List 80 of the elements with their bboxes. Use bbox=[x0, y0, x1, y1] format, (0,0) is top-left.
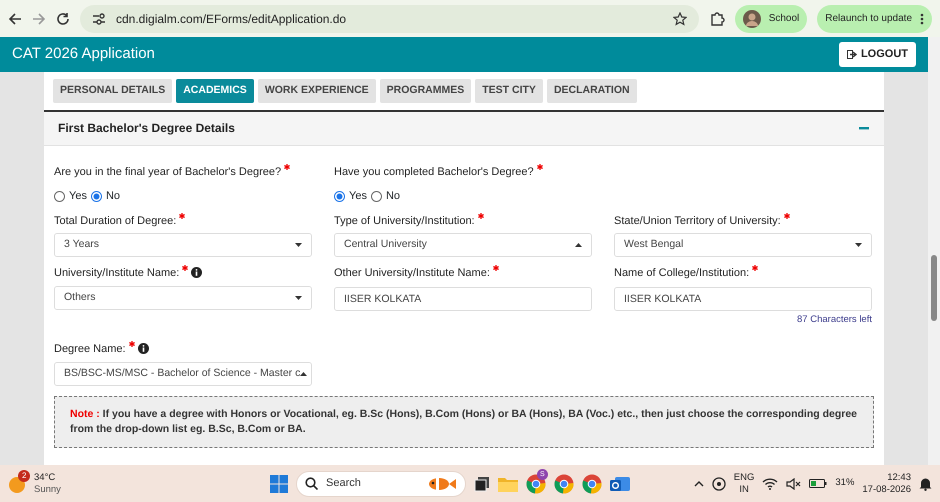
browser-icon[interactable] bbox=[554, 474, 574, 494]
tab[interactable]: PERSONAL DETAILS bbox=[53, 79, 172, 103]
task-view-icon[interactable] bbox=[474, 476, 490, 492]
radio-button[interactable] bbox=[334, 191, 345, 202]
dropdown[interactable]: 3 Years bbox=[54, 233, 312, 258]
info-icon[interactable] bbox=[138, 343, 149, 354]
clock-time[interactable]: 12:43 bbox=[862, 472, 911, 484]
dropdown-value: Others bbox=[64, 290, 96, 305]
dropdown[interactable]: BS/BSC-MS/MSC - Bachelor of Science - Master c bbox=[54, 362, 312, 386]
section-title: First Bachelor's Degree Details bbox=[58, 120, 235, 138]
radio-button[interactable] bbox=[54, 191, 65, 202]
logout-button[interactable]: LOGOUT bbox=[838, 42, 916, 67]
dropdown-value: 3 Years bbox=[64, 237, 100, 252]
profile-button[interactable]: School bbox=[734, 4, 808, 32]
radio-label: No bbox=[106, 189, 120, 204]
dropdown[interactable]: West Bengal bbox=[614, 233, 872, 258]
extensions-icon[interactable] bbox=[708, 10, 725, 26]
radio-button[interactable] bbox=[370, 191, 382, 202]
dropdown-value: West Bengal bbox=[624, 237, 684, 252]
reload-icon[interactable] bbox=[56, 12, 70, 26]
tab[interactable]: PROGRAMMES bbox=[380, 79, 472, 103]
radio-label: Yes bbox=[69, 189, 87, 204]
radio-label: Yes bbox=[349, 189, 367, 204]
field-label: Name of College/Institution: bbox=[614, 266, 750, 282]
dropdown[interactable]: Others bbox=[54, 286, 312, 310]
dropdown-value: Central University bbox=[344, 237, 427, 252]
field-label: Degree Name: bbox=[54, 342, 126, 357]
speaker-muted-icon[interactable] bbox=[786, 478, 802, 490]
logout-icon bbox=[846, 50, 857, 59]
dropdown[interactable]: Central University bbox=[334, 233, 592, 258]
field-label: Type of University/Institution: bbox=[334, 214, 475, 229]
search-icon bbox=[305, 477, 318, 490]
radio-label: No bbox=[386, 189, 400, 204]
field-label: Total Duration of Degree: bbox=[54, 214, 176, 229]
site-settings-icon[interactable] bbox=[92, 12, 106, 24]
mail-app-icon[interactable] bbox=[610, 474, 630, 492]
tab[interactable]: DECLARATION bbox=[546, 79, 637, 103]
scrollbar-thumb[interactable] bbox=[931, 255, 937, 321]
search-placeholder: Search bbox=[326, 476, 362, 492]
address-bar[interactable]: cdn.digialm.com/EForms/editApplication.do bbox=[80, 4, 699, 32]
field-label: University/Institute Name: bbox=[54, 266, 180, 282]
avatar-icon bbox=[742, 10, 761, 28]
info-icon[interactable] bbox=[191, 267, 202, 278]
tab[interactable]: ACADEMICS bbox=[176, 79, 254, 103]
battery-icon[interactable] bbox=[809, 478, 828, 489]
clock-date[interactable]: 17-08-2026 bbox=[862, 484, 911, 496]
input-field[interactable]: IISER KOLKATA bbox=[614, 286, 872, 311]
tab[interactable]: TEST CITY bbox=[475, 79, 543, 103]
notification-badge: 2 bbox=[18, 470, 30, 482]
battery-percent[interactable]: 31% bbox=[835, 476, 854, 491]
notification-icon[interactable] bbox=[919, 476, 932, 490]
windows-start-icon[interactable] bbox=[270, 474, 288, 492]
location-icon[interactable] bbox=[712, 476, 726, 490]
field-label: Are you in the final year of Bachelor's Degree? bbox=[54, 164, 282, 180]
input-field[interactable]: IISER KOLKATA bbox=[334, 286, 592, 311]
language-text[interactable]: ENG bbox=[734, 472, 754, 484]
region-text[interactable]: IN bbox=[734, 484, 754, 496]
wifi-icon[interactable] bbox=[762, 478, 778, 490]
update-button[interactable]: Relaunch to update bbox=[817, 4, 932, 32]
page-title: CAT 2026 Application bbox=[12, 44, 155, 64]
fish-icon bbox=[427, 476, 457, 492]
note-text: Note : If you have a degree with Honors or Vocational, eg. B.Sc (Hons), B.Com (Hons) or BA (Hons), BA (Voc.) etc., then just choose the corresponding degree from the drop-down list eg. B.Sc, B.Com or BA. bbox=[54, 396, 874, 448]
dropdown-value: BS/BSC-MS/MSC - Bachelor of Science - Master c bbox=[64, 366, 300, 381]
weather-condition: Sunny bbox=[34, 484, 61, 496]
field-label: Other University/Institute Name: bbox=[334, 266, 490, 282]
field-label: Have you completed Bachelor's Degree? bbox=[334, 164, 534, 180]
star-icon[interactable] bbox=[672, 12, 687, 26]
back-icon[interactable] bbox=[8, 12, 22, 26]
field-label: State/Union Territory of University: bbox=[614, 214, 781, 229]
more-icon bbox=[920, 12, 924, 24]
tab[interactable]: WORK EXPERIENCE bbox=[258, 79, 376, 103]
temperature-text: 34°C bbox=[34, 472, 56, 484]
url-text: cdn.digialm.com/EForms/editApplication.do bbox=[116, 10, 348, 28]
character-counter: 87 Characters left bbox=[796, 312, 872, 327]
radio-button[interactable] bbox=[90, 191, 102, 202]
forward-icon[interactable] bbox=[32, 12, 46, 26]
section-header[interactable]: First Bachelor's Degree Details bbox=[44, 110, 884, 146]
browser-icon[interactable] bbox=[582, 474, 602, 494]
search-field[interactable]: Search bbox=[296, 470, 466, 496]
chevron-up-icon[interactable] bbox=[694, 480, 704, 487]
